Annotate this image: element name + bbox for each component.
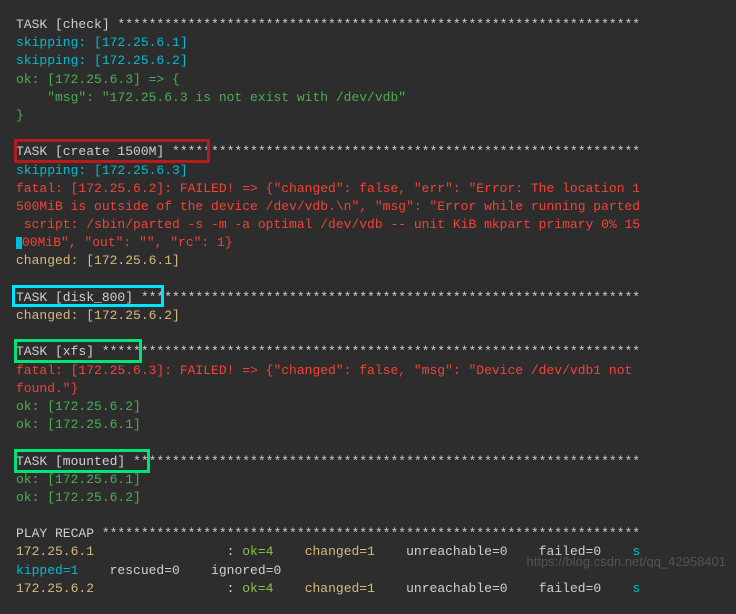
task-mounted-header: TASK [mounted] *************************… [16,453,720,471]
task-mounted-block: TASK [mounted] *************************… [16,453,720,508]
output-line: skipping: [172.25.6.3] [16,162,720,180]
blank-line [16,434,720,452]
output-line: skipping: [172.25.6.1] [16,34,720,52]
output-line: changed: [172.25.6.2] [16,307,720,325]
output-line: fatal: [172.25.6.3]: FAILED! => {"change… [16,362,720,380]
output-line: changed: [172.25.6.1] [16,252,720,270]
output-line: "msg": "172.25.6.3 is not exist with /de… [16,89,720,107]
blank-line [16,271,720,289]
output-line: found."} [16,380,720,398]
output-line: 500MiB is outside of the device /dev/vdb… [16,198,720,216]
task-create-header: TASK [create 1500M] ********************… [16,143,720,161]
output-line: skipping: [172.25.6.2] [16,52,720,70]
blank-line [16,125,720,143]
task-disk800-block: TASK [disk_800] ************************… [16,289,720,325]
task-check-header: TASK [check] ***************************… [16,16,720,34]
output-line: ok: [172.25.6.2] [16,489,720,507]
recap-row: kipped=1 rescued=0 ignored=0 [16,562,720,580]
output-line: } [16,107,720,125]
play-recap-header: PLAY RECAP *****************************… [16,525,720,543]
output-line: fatal: [172.25.6.2]: FAILED! => {"change… [16,180,720,198]
play-recap-block: PLAY RECAP *****************************… [16,525,720,598]
task-xfs-block: TASK [xfs] *****************************… [16,343,720,434]
blank-line [16,325,720,343]
blank-line [16,507,720,525]
task-check-block: TASK [check] ***************************… [16,16,720,125]
task-xfs-header: TASK [xfs] *****************************… [16,343,720,361]
task-create-block: TASK [create 1500M] ********************… [16,143,720,270]
output-line: ok: [172.25.6.3] => { [16,71,720,89]
output-line: ok: [172.25.6.1] [16,416,720,434]
recap-row: 172.25.6.1 : ok=4 changed=1 unreachable=… [16,543,720,561]
output-line: 00MiB", "out": "", "rc": 1} [16,234,720,252]
recap-row: 172.25.6.2 : ok=4 changed=1 unreachable=… [16,580,720,598]
output-line: ok: [172.25.6.2] [16,398,720,416]
output-line: ok: [172.25.6.1] [16,471,720,489]
output-line: script: /sbin/parted -s -m -a optimal /d… [16,216,720,234]
task-disk800-header: TASK [disk_800] ************************… [16,289,720,307]
